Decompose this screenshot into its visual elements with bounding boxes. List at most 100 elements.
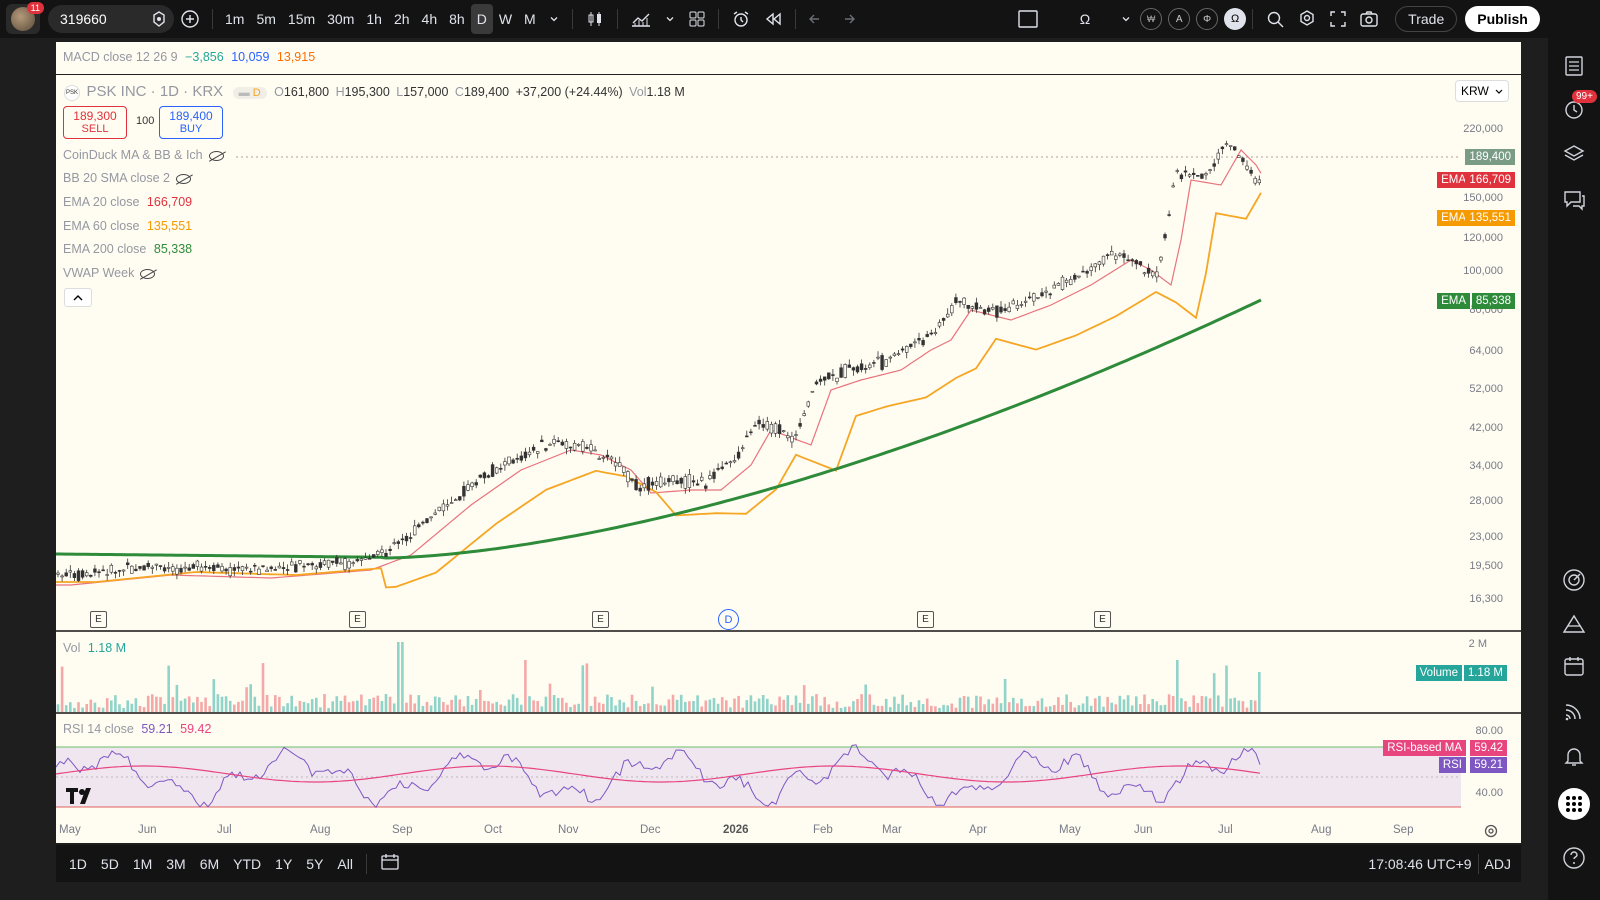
legend-bb[interactable]: BB 20 SMA close 2 [63, 171, 192, 185]
interval-15m[interactable]: 15m [282, 4, 321, 34]
range-5d[interactable]: 5D [94, 856, 126, 872]
replay-button[interactable] [757, 4, 789, 34]
volume-bar [1007, 702, 1011, 712]
interval-5m[interactable]: 5m [250, 4, 281, 34]
candle-body [790, 435, 794, 443]
add-symbol-button[interactable] [174, 4, 206, 34]
products-button[interactable] [1558, 788, 1590, 820]
settings-button[interactable] [1291, 4, 1323, 34]
range-1y[interactable]: 1Y [268, 856, 299, 872]
interval-8h[interactable]: 8h [443, 4, 471, 34]
top-toolbar: 11 319660 1m 5m 15m 30m 1h 2h 4h 8h D W M Ω [0, 0, 1600, 38]
legend-ema200[interactable]: EMA 200 close 85,338 [63, 242, 192, 256]
tradingview-logo-icon[interactable] [66, 788, 98, 804]
indicators-dropdown-button[interactable] [658, 4, 682, 34]
range-3m[interactable]: 3M [159, 856, 192, 872]
volume-bar [339, 700, 343, 712]
notifications-button[interactable] [1562, 744, 1586, 768]
range-1d[interactable]: 1D [62, 856, 94, 872]
rsi-legend[interactable]: RSI 14 close 59.21 59.42 [63, 722, 211, 736]
interval-d[interactable]: D [470, 4, 493, 34]
omega-button[interactable]: Ω [1074, 4, 1096, 34]
sell-button[interactable]: 189,300 SELL [63, 106, 127, 139]
interval-30m[interactable]: 30m [321, 4, 360, 34]
chart-canvas[interactable] [56, 42, 1521, 843]
range-6m[interactable]: 6M [193, 856, 226, 872]
range-ytd[interactable]: YTD [226, 856, 268, 872]
symbol-settings-icon[interactable] [150, 10, 168, 28]
alert-button[interactable] [725, 4, 757, 34]
calendar-button[interactable] [1562, 654, 1586, 678]
object-tree-button[interactable] [1562, 142, 1586, 166]
chats-button[interactable] [1562, 188, 1586, 212]
time-axis-label: Mar [882, 824, 902, 836]
legend-ema20[interactable]: EMA 20 close 166,709 [63, 195, 192, 209]
interval-m[interactable]: M [518, 4, 542, 34]
indicators-button[interactable] [624, 4, 658, 34]
ideas-button[interactable] [1562, 568, 1586, 592]
alerts-button[interactable]: 99+ [1562, 90, 1597, 122]
interval-w[interactable]: W [493, 4, 518, 34]
volume-bar [450, 699, 453, 712]
avatar[interactable]: 11 [6, 2, 44, 34]
rsi-axis-top: 80.00 [1475, 725, 1503, 737]
layouts-button[interactable] [682, 4, 712, 34]
order-quantity[interactable]: 100 [136, 115, 154, 127]
volume-bar [1036, 700, 1040, 712]
trade-button[interactable]: Trade [1395, 6, 1458, 32]
volume-bar [81, 707, 84, 712]
chip-won[interactable]: ₩ [1140, 8, 1163, 30]
range-all[interactable]: All [330, 856, 360, 872]
publish-button[interactable]: Publish [1465, 6, 1540, 32]
clock-timezone[interactable]: 17:08:46 UTC+9 [1368, 856, 1471, 872]
chip-phi[interactable]: Φ [1196, 8, 1219, 30]
collapse-legend-button[interactable] [64, 288, 92, 307]
volume-legend[interactable]: Vol 1.18 M [63, 641, 126, 655]
redo-button[interactable] [832, 4, 862, 34]
snapshot-button[interactable] [1353, 4, 1385, 34]
earnings-mark[interactable]: E [592, 611, 609, 628]
watchlist-button[interactable] [1562, 54, 1586, 78]
interval-2h[interactable]: 2h [388, 4, 416, 34]
chart-type-button[interactable] [579, 4, 611, 34]
pine-editor-button[interactable] [1562, 612, 1586, 636]
market-status-badge[interactable]: ▬ D [232, 87, 267, 99]
interval-dropdown-button[interactable] [542, 4, 566, 34]
volume-bar [766, 698, 769, 712]
earnings-mark[interactable]: E [1094, 611, 1111, 628]
chip-omega[interactable]: Ω [1224, 8, 1247, 30]
hidden-eye-icon[interactable] [176, 173, 192, 184]
buy-button[interactable]: 189,400 BUY [159, 106, 223, 139]
volume-bar [671, 694, 675, 712]
adj-toggle[interactable]: ADJ [1485, 856, 1511, 872]
hidden-eye-icon[interactable] [140, 268, 156, 279]
legend-coinduck[interactable]: CoinDuck MA & BB & Ich [63, 148, 224, 162]
go-to-date-button[interactable] [373, 853, 407, 874]
fullscreen-button[interactable] [1323, 4, 1353, 34]
earnings-mark[interactable]: E [917, 611, 934, 628]
chart-area[interactable]: MACD close 12 26 9 −3,856 10,059 13,915 … [56, 42, 1521, 843]
macd-legend[interactable]: MACD close 12 26 9 −3,856 10,059 13,915 [63, 50, 315, 64]
gear-icon[interactable] [1483, 823, 1499, 839]
news-button[interactable] [1562, 700, 1586, 724]
hidden-eye-icon[interactable] [208, 150, 224, 161]
chip-a[interactable]: A [1168, 8, 1191, 30]
currency-select[interactable]: KRW [1455, 80, 1509, 102]
earnings-mark[interactable]: E [349, 611, 366, 628]
omega-dropdown-button[interactable] [1114, 4, 1138, 34]
symbol-title[interactable]: PSK INC · 1D · KRX [86, 83, 223, 100]
interval-1h[interactable]: 1h [360, 4, 388, 34]
help-button[interactable] [1562, 846, 1586, 870]
quick-search-button[interactable] [1259, 4, 1291, 34]
legend-vwap[interactable]: VWAP Week [63, 266, 156, 280]
layout-select-button[interactable] [1012, 4, 1044, 34]
interval-1m[interactable]: 1m [219, 4, 250, 34]
dividend-mark[interactable]: D [718, 609, 739, 630]
range-5y[interactable]: 5Y [299, 856, 330, 872]
symbol-search-input[interactable]: 319660 [48, 5, 174, 33]
earnings-mark[interactable]: E [90, 611, 107, 628]
undo-button[interactable] [802, 4, 832, 34]
legend-ema60[interactable]: EMA 60 close 135,551 [63, 219, 192, 233]
range-1m[interactable]: 1M [126, 856, 159, 872]
interval-4h[interactable]: 4h [416, 4, 444, 34]
